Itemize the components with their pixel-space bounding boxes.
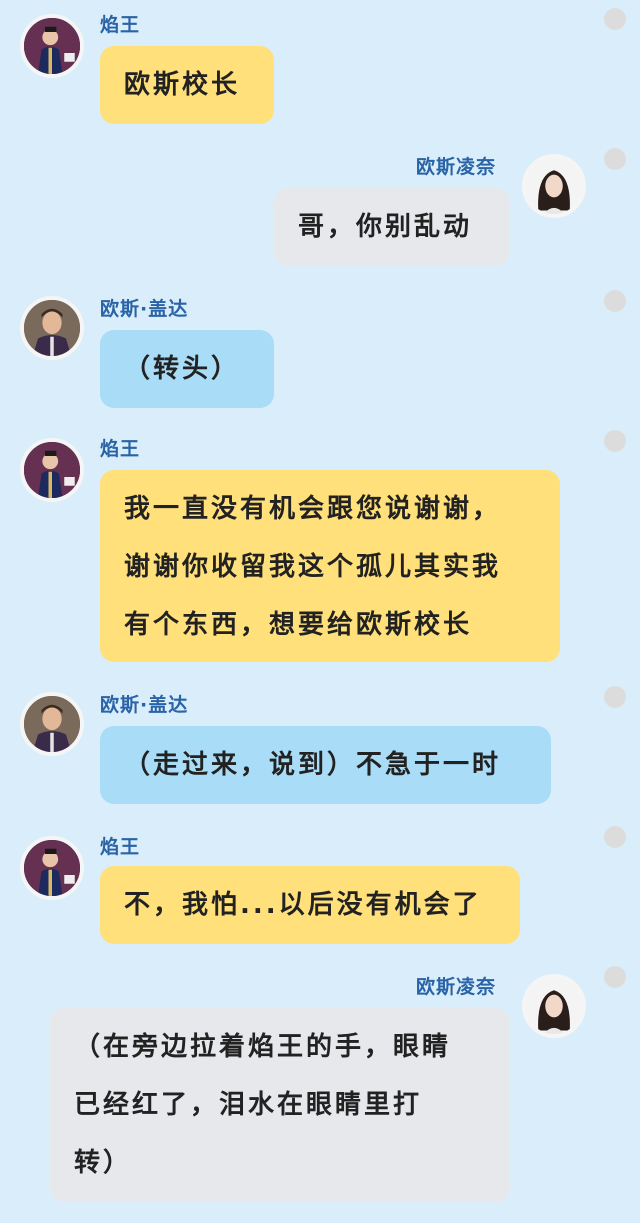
person-avatar-icon xyxy=(24,300,80,356)
message-menu-dot[interactable] xyxy=(604,8,626,30)
speaker-name: 欧斯凌奈 xyxy=(416,976,497,998)
message-menu-dot[interactable] xyxy=(604,148,626,170)
person-avatar-icon xyxy=(526,158,582,214)
avatar-gaida[interactable] xyxy=(20,692,84,756)
speaker-name: 欧斯·盖达 xyxy=(100,694,189,716)
avatar-yanwang[interactable] xyxy=(20,14,84,78)
person-avatar-icon xyxy=(24,696,80,752)
message-bubble: （转头） xyxy=(100,330,274,408)
message-bubble: （在旁边拉着焰王的手，眼睛 已经红了，泪水在眼睛里打 转） xyxy=(50,1008,510,1202)
message-menu-dot[interactable] xyxy=(604,430,626,452)
message-bubble: 欧斯校长 xyxy=(100,46,274,124)
person-avatar-icon xyxy=(24,18,80,74)
avatar-lingnai[interactable] xyxy=(522,154,586,218)
message-text-line: 转） xyxy=(74,1148,133,1178)
message-menu-dot[interactable] xyxy=(604,290,626,312)
message-text: 欧斯校长 xyxy=(124,70,241,100)
message-bubble: 哥，你别乱动 xyxy=(274,188,510,266)
message-text: 哥，你别乱动 xyxy=(298,212,473,242)
message-menu-dot[interactable] xyxy=(604,966,626,988)
speaker-name: 欧斯·盖达 xyxy=(100,298,189,320)
person-avatar-icon xyxy=(24,442,80,498)
message-menu-dot[interactable] xyxy=(604,686,626,708)
person-avatar-icon xyxy=(24,840,80,896)
message-bubble: 不，我怕...以后没有机会了 xyxy=(100,866,520,944)
message-bubble: 我一直没有机会跟您说谢谢， 谢谢你收留我这个孤儿其实我 有个东西，想要给欧斯校长 xyxy=(100,470,560,662)
message-text-line: 有个东西，想要给欧斯校长 xyxy=(124,610,473,640)
message-text: （转头） xyxy=(124,354,241,384)
message-menu-dot[interactable] xyxy=(604,826,626,848)
speaker-name: 欧斯凌奈 xyxy=(416,156,497,178)
avatar-yanwang[interactable] xyxy=(20,438,84,502)
message-text-line: 谢谢你收留我这个孤儿其实我 xyxy=(124,552,502,582)
speaker-name: 焰王 xyxy=(100,836,141,858)
speaker-name: 焰王 xyxy=(100,14,141,36)
avatar-gaida[interactable] xyxy=(20,296,84,360)
message-text-line: 我一直没有机会跟您说谢谢， xyxy=(124,494,502,524)
avatar-yanwang[interactable] xyxy=(20,836,84,900)
message-text: （走过来，说到）不急于一时 xyxy=(124,750,502,780)
avatar-lingnai[interactable] xyxy=(522,974,586,1038)
chat-thread: 焰王 欧斯校长 欧斯凌奈 哥，你别乱动 欧斯·盖达 （转头） 焰王 我一直没有机… xyxy=(0,0,640,1223)
message-bubble: （走过来，说到）不急于一时 xyxy=(100,726,551,804)
speaker-name: 焰王 xyxy=(100,438,141,460)
person-avatar-icon xyxy=(526,978,582,1034)
message-text: 不，我怕...以后没有机会了 xyxy=(124,890,482,920)
message-text-line: 已经红了，泪水在眼睛里打 xyxy=(74,1090,423,1120)
message-text-line: （在旁边拉着焰王的手，眼睛 xyxy=(74,1032,452,1062)
